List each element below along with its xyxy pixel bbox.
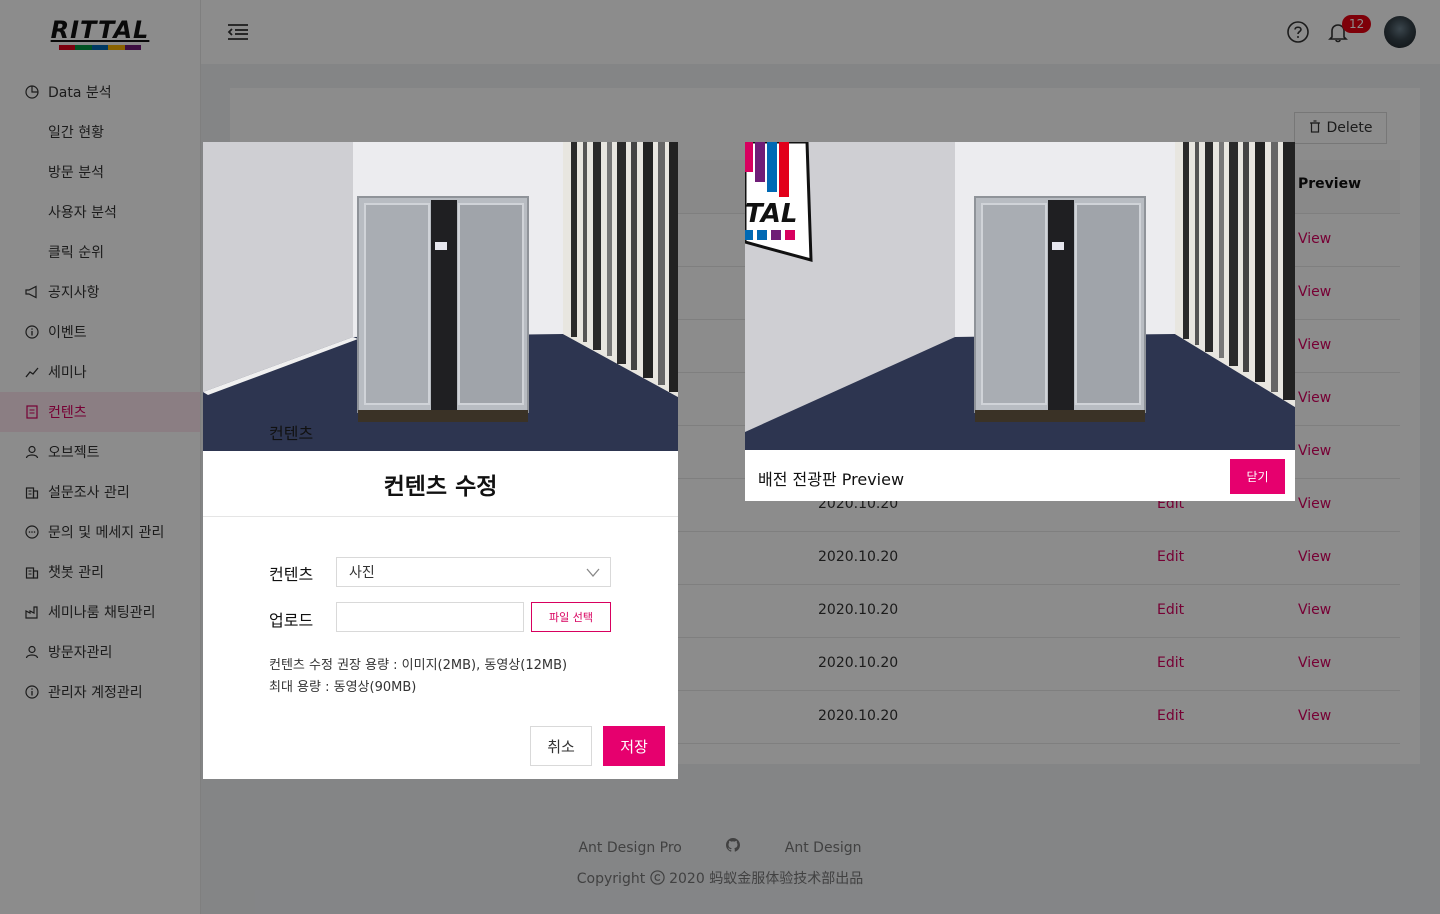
upload-label: 업로드	[269, 611, 314, 630]
close-button[interactable]: 닫기	[1230, 459, 1285, 494]
cancel-button[interactable]: 취소	[530, 726, 592, 766]
preview-room-render-image: TAL	[745, 142, 1295, 450]
modal-title: 컨텐츠 수정	[203, 451, 678, 517]
preview-modal: TAL 배전 전광판 Preview 닫기	[745, 142, 1295, 501]
content-type-value: 사진	[349, 565, 375, 581]
recommended-size-note: 컨텐츠 수정 권장 용량 : 이미지(2MB), 동영상(12MB)	[269, 658, 568, 673]
max-size-note: 최대 용량 : 동영상(90MB)	[269, 680, 417, 695]
chevron-down-icon	[586, 565, 600, 583]
content-type-select[interactable]: 사진	[336, 557, 611, 587]
content-type-label-text: 컨텐츠	[269, 565, 314, 584]
room-render-image	[203, 142, 678, 451]
content-type-label: 컨텐츠	[269, 424, 314, 443]
choose-file-button[interactable]: 파일 선택	[531, 602, 611, 632]
preview-title: 배전 전광판 Preview	[758, 470, 905, 489]
save-button[interactable]: 저장	[603, 726, 665, 766]
poster-text: TAL	[745, 199, 797, 229]
upload-file-input[interactable]	[336, 602, 524, 632]
